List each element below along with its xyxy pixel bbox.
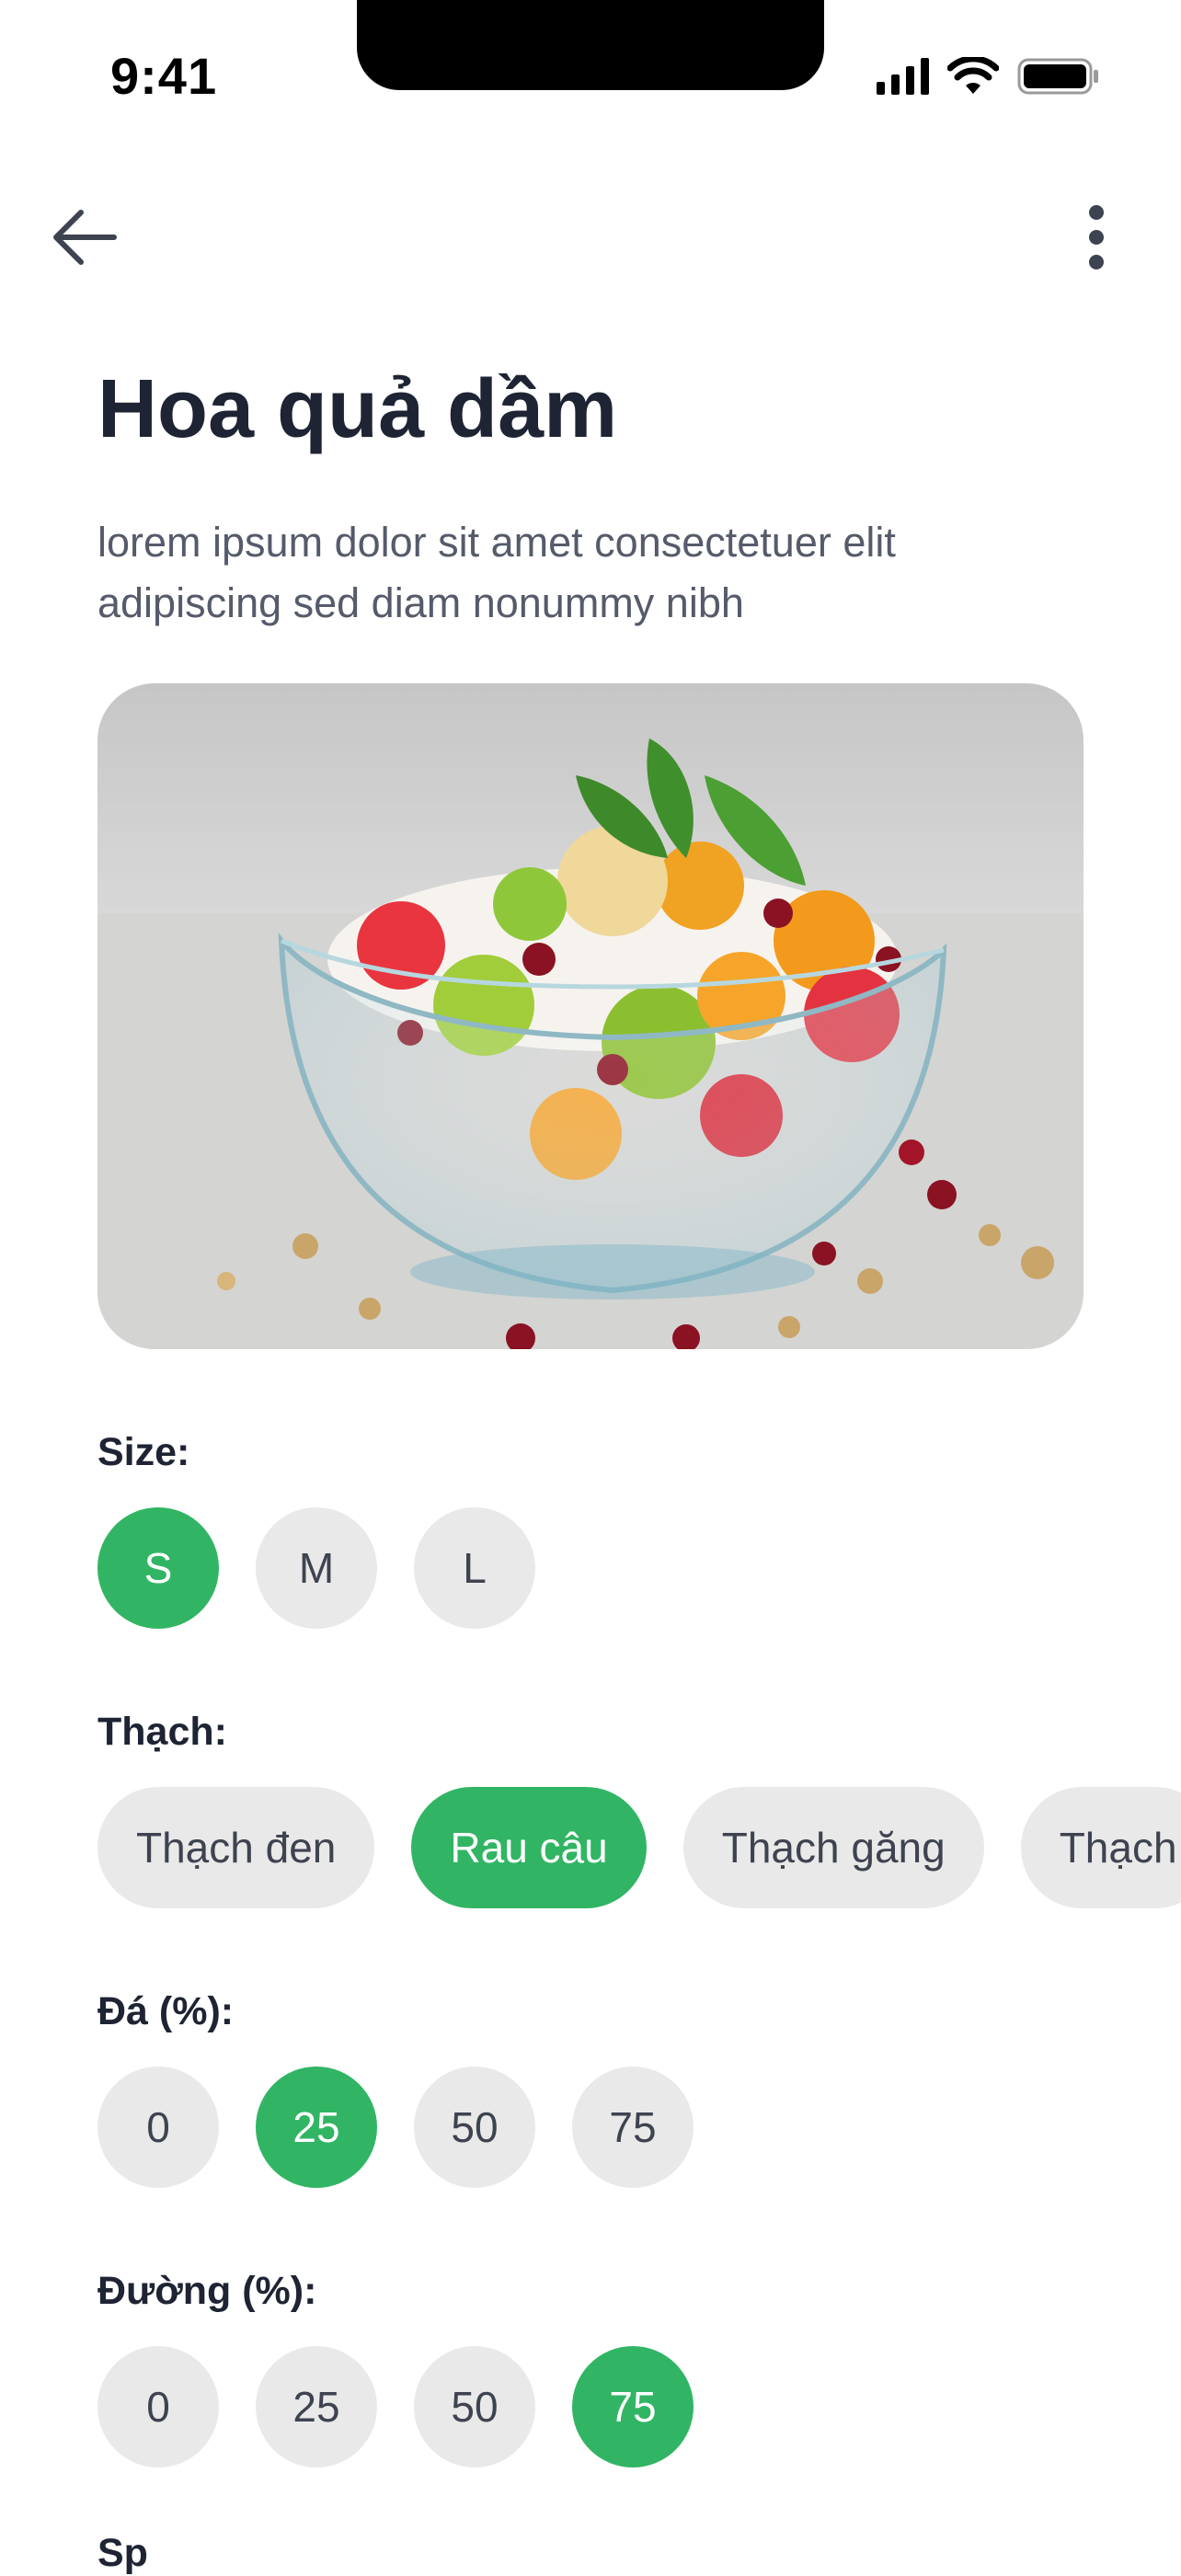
next-section-label: Sp (97, 2531, 148, 2575)
ice-option-50[interactable]: 50 (414, 2067, 535, 2188)
size-label: Size: (97, 1430, 190, 1474)
ice-label: Đá (%): (97, 1989, 235, 2033)
product-detail: Hoa quả dầm lorem ipsum dolor sit amet c… (97, 354, 1181, 2467)
cellular-signal-icon (877, 58, 929, 95)
jelly-label: Thạch: (97, 1710, 227, 1754)
size-option-s[interactable]: S (97, 1507, 219, 1629)
page-title: Hoa quả dầm (97, 363, 618, 455)
wifi-icon (947, 57, 999, 94)
ice-option-0[interactable]: 0 (97, 2067, 219, 2188)
size-choices: S M L (97, 1507, 1084, 1629)
fruit-salad-illustration (97, 683, 1084, 1349)
arrow-left-icon (53, 210, 117, 265)
ice-option-25[interactable]: 25 (256, 2067, 377, 2188)
product-description: lorem ipsum dolor sit amet consectetuer … (97, 519, 896, 626)
sugar-label: Đường (%): (97, 2269, 317, 2313)
sugar-option-0[interactable]: 0 (97, 2346, 219, 2467)
jelly-option-thach-den[interactable]: Thạch đen (97, 1787, 375, 1908)
ice-option-group: Đá (%): 0 25 50 75 (97, 1987, 1084, 2188)
sugar-option-group: Đường (%): 0 25 50 75 (97, 2267, 1084, 2467)
jelly-option-rau-cau[interactable]: Rau câu (411, 1787, 647, 1908)
jelly-option-thach-gang[interactable]: Thạch găng (682, 1787, 984, 1908)
back-button[interactable] (40, 193, 129, 281)
sugar-option-25[interactable]: 25 (256, 2346, 377, 2467)
ice-choices: 0 25 50 75 (97, 2067, 1084, 2188)
sugar-option-50[interactable]: 50 (414, 2346, 535, 2467)
size-option-m[interactable]: M (256, 1507, 377, 1629)
status-time: 9:41 (110, 47, 218, 105)
battery-icon (1017, 58, 1098, 95)
status-icons (877, 57, 1100, 96)
sugar-option-75[interactable]: 75 (572, 2346, 694, 2467)
more-vertical-icon (1089, 205, 1104, 269)
product-image (97, 683, 1084, 1349)
ice-option-75[interactable]: 75 (572, 2067, 694, 2188)
more-options-button[interactable] (1052, 193, 1141, 281)
nav-bar (0, 156, 1181, 294)
jelly-option-group: Thạch: Thạch đen Rau câu Thạch găng Thạc… (97, 1708, 1181, 1908)
sugar-choices: 0 25 50 75 (97, 2346, 1084, 2467)
size-option-l[interactable]: L (414, 1507, 535, 1629)
jelly-choices: Thạch đen Rau câu Thạch găng Thạch (97, 1787, 1181, 1908)
device-notch (357, 0, 824, 90)
size-option-group: Size: S M L (97, 1428, 1084, 1629)
status-bar: 9:41 (0, 0, 1181, 156)
jelly-option-partial[interactable]: Thạch (1020, 1787, 1181, 1908)
